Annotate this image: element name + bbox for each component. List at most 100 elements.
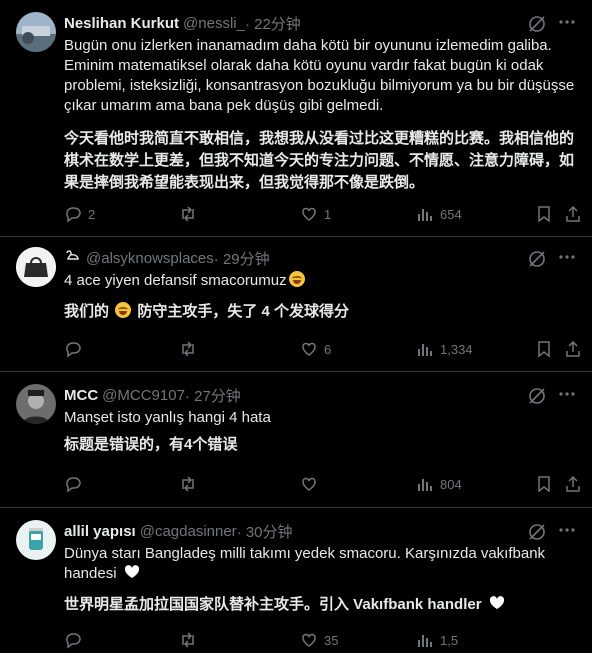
- tweet[interactable]: Neslihan Kurkut @nessli_ · 22分钟 Bugün on…: [0, 0, 592, 237]
- grok-icon[interactable]: [528, 387, 546, 405]
- author-name[interactable]: allil yapısı: [64, 523, 136, 540]
- retweet-icon: [182, 341, 194, 357]
- share-button[interactable]: [564, 475, 582, 493]
- tweet-translation: 我们的 防守主攻手，失了 4 个发球得分: [64, 301, 576, 323]
- bookmark-button[interactable]: [535, 340, 553, 358]
- author-handle[interactable]: @alsyknowsplaces: [86, 250, 214, 267]
- avatar[interactable]: [16, 520, 56, 560]
- white-heart-emoji: [124, 565, 139, 578]
- author-handle[interactable]: @cagdasinner: [140, 523, 237, 540]
- view-count: 804: [440, 476, 462, 492]
- timestamp[interactable]: · 27分钟: [185, 385, 241, 406]
- avatar[interactable]: [16, 247, 56, 287]
- tweet[interactable]: @alsyknowsplaces · 29分钟 4 ace yiyen defa…: [0, 237, 592, 372]
- avatar[interactable]: [16, 12, 56, 52]
- retweet-button[interactable]: [179, 340, 197, 358]
- share-icon: [566, 340, 580, 357]
- swan-emoji: [64, 249, 80, 267]
- tweet-actions: 35 1,5: [64, 630, 576, 650]
- retweet-button[interactable]: [179, 631, 197, 649]
- grok-icon[interactable]: [528, 15, 546, 33]
- retweet-icon: [182, 632, 194, 648]
- laughing-emoji: [288, 271, 305, 287]
- views-button[interactable]: 654: [416, 205, 462, 223]
- author-name[interactable]: MCC: [64, 387, 98, 404]
- tweet-translation: 世界明星孟加拉国国家队替补主攻手。引入 Vakıfbank handler: [64, 594, 576, 616]
- grok-icon[interactable]: [528, 250, 546, 268]
- reply-button[interactable]: 2: [64, 205, 95, 223]
- tweet-translation: 今天看他时我简直不敢相信，我想我从没看过比这更糟糕的比赛。我相信他的棋术在数学上…: [64, 130, 575, 191]
- reply-icon: [66, 342, 81, 358]
- more-icon[interactable]: [558, 521, 576, 539]
- reply-icon: [66, 207, 81, 223]
- tweet-actions: 6 1,334: [64, 339, 580, 359]
- reply-button[interactable]: [64, 631, 82, 649]
- grok-icon[interactable]: [528, 523, 546, 541]
- view-count: 1,5: [440, 632, 459, 648]
- reply-icon: [66, 477, 81, 493]
- retweet-icon: [182, 476, 194, 492]
- share-button[interactable]: [564, 205, 582, 223]
- heart-icon: [302, 207, 316, 221]
- translation-part: 世界明星孟加拉国国家队替补主攻手。引入 Vakıfbank handler: [64, 596, 482, 613]
- views-icon: [418, 209, 432, 221]
- tweet-actions: 2 1 654: [64, 204, 580, 224]
- more-icon[interactable]: [558, 248, 576, 266]
- like-count: 35: [324, 632, 339, 648]
- timestamp[interactable]: · 22分钟: [245, 13, 301, 34]
- share-button[interactable]: [564, 340, 582, 358]
- tweet-text: Manşet isto yanlış hangi 4 hata: [64, 409, 271, 426]
- timestamp[interactable]: · 30分钟: [237, 521, 293, 542]
- heart-icon: [302, 477, 316, 491]
- author-handle[interactable]: @nessli_: [183, 15, 245, 32]
- views-icon: [418, 479, 432, 491]
- retweet-icon: [182, 206, 194, 222]
- tweet-translation: 标题是错误的，有4个错误: [64, 436, 238, 453]
- more-icon[interactable]: [558, 13, 576, 31]
- reply-button[interactable]: [64, 340, 82, 358]
- views-icon: [418, 344, 432, 356]
- heart-icon: [302, 633, 316, 647]
- author-name[interactable]: Neslihan Kurkut: [64, 15, 179, 32]
- bookmark-icon: [538, 476, 550, 493]
- more-icon[interactable]: [558, 385, 576, 403]
- view-count: 654: [440, 206, 462, 222]
- like-button[interactable]: 35: [300, 631, 338, 649]
- views-button[interactable]: 1,334: [416, 340, 473, 358]
- like-button[interactable]: 6: [300, 340, 331, 358]
- tweet[interactable]: MCC @MCC9107 · 27分钟 Manşet isto yanlış h…: [0, 372, 592, 508]
- tweet[interactable]: allil yapısı @cagdasinner · 30分钟 Dünya s…: [0, 508, 592, 653]
- avatar[interactable]: [16, 384, 56, 424]
- bookmark-icon: [538, 206, 550, 223]
- reply-button[interactable]: [64, 475, 82, 493]
- views-button[interactable]: 1,5: [416, 631, 458, 649]
- bookmark-button[interactable]: [535, 475, 553, 493]
- tweet-actions: 804: [64, 474, 580, 494]
- laughing-emoji: [115, 302, 132, 318]
- translation-part: 我们的: [64, 303, 110, 320]
- like-count: 6: [324, 341, 332, 357]
- bookmark-button[interactable]: [535, 205, 553, 223]
- timeline-feed: Neslihan Kurkut @nessli_ · 22分钟 Bugün on…: [0, 0, 592, 653]
- bookmark-icon: [538, 341, 550, 358]
- tweet-text-body: 4 ace yiyen defansif smacorumuz: [64, 272, 287, 289]
- tweet-text: Dünya starı Bangladeş milli takımı yedek…: [64, 544, 576, 584]
- share-icon: [566, 205, 580, 222]
- like-count: 1: [324, 206, 332, 222]
- heart-icon: [302, 342, 316, 356]
- reply-count: 2: [88, 206, 96, 222]
- author-handle[interactable]: @MCC9107: [102, 387, 185, 404]
- translation-part: 防守主攻手，失了 4 个发球得分: [137, 303, 350, 320]
- tweet-text: 4 ace yiyen defansif smacorumuz: [64, 271, 576, 291]
- views-button[interactable]: 804: [416, 475, 462, 493]
- retweet-button[interactable]: [179, 475, 197, 493]
- retweet-button[interactable]: [179, 205, 203, 223]
- views-icon: [418, 635, 432, 647]
- like-button[interactable]: 1: [300, 205, 331, 223]
- view-count: 1,334: [440, 341, 473, 357]
- reply-icon: [66, 633, 81, 649]
- white-heart-emoji: [489, 596, 504, 609]
- like-button[interactable]: [300, 475, 318, 493]
- share-icon: [566, 475, 580, 492]
- timestamp[interactable]: · 29分钟: [214, 248, 270, 269]
